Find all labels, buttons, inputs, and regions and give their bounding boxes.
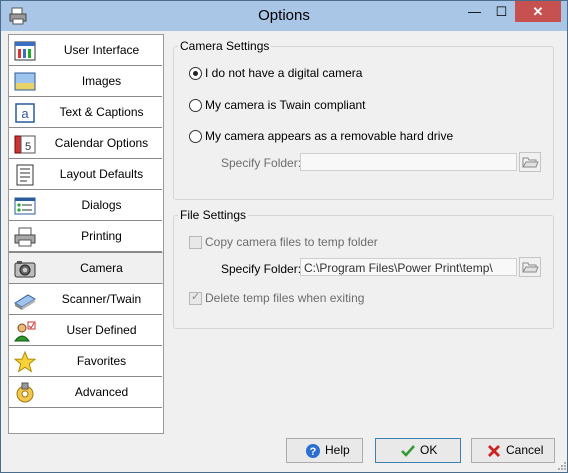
sidebar-item-label: Dialogs [81, 198, 122, 212]
sidebar-item-label: Favorites [76, 354, 127, 368]
sidebar-item-label: Calendar Options [54, 136, 149, 150]
temp-folder-input[interactable]: C:\Program Files\Power Print\temp\ [300, 258, 517, 276]
radio-button[interactable] [189, 99, 202, 112]
svg-text:5: 5 [25, 141, 31, 153]
delete-temp-checkbox[interactable] [189, 290, 202, 305]
sidebar-item-label: Advanced [74, 385, 129, 399]
radio-label: My camera appears as a removable hard dr… [205, 129, 454, 143]
calendar-icon: 5 [14, 135, 36, 154]
minimize-button[interactable]: — [461, 1, 488, 22]
temp-browse-button[interactable] [519, 257, 541, 277]
minimize-icon: — [468, 4, 481, 19]
sidebar-item-user-interface[interactable]: User Interface [9, 35, 162, 66]
delete-temp-label: Delete temp files when exiting [205, 291, 365, 305]
title-bar[interactable]: Options — ☐ ✕ [1, 1, 567, 31]
user-defined-icon [14, 321, 36, 342]
sidebar-item-user-defined[interactable]: User Defined [9, 315, 162, 346]
cancel-x-icon [488, 445, 500, 457]
copy-files-checkbox[interactable] [189, 236, 202, 249]
sidebar-item-label: Layout Defaults [59, 167, 144, 181]
ok-button[interactable]: OK [375, 438, 461, 463]
printer-icon [14, 227, 36, 247]
sidebar-item-printing[interactable]: Printing [9, 221, 162, 252]
sidebar-item-layout-defaults[interactable]: Layout Defaults [9, 159, 162, 190]
scanner-icon [14, 294, 36, 310]
camera-settings-legend: Camera Settings [178, 39, 272, 53]
radio-label: I do not have a digital camera [205, 66, 363, 80]
folder-open-icon [522, 157, 539, 168]
sidebar-item-calendar-options[interactable]: 5 Calendar Options [9, 128, 162, 159]
file-settings-legend: File Settings [178, 208, 249, 222]
resize-grip-icon[interactable] [557, 461, 567, 471]
check-icon [401, 445, 415, 457]
ok-label: OK [420, 443, 438, 457]
svg-text:?: ? [310, 446, 317, 458]
options-window: Options — ☐ ✕ User Interface Images a Te… [0, 0, 568, 473]
sidebar-item-text-captions[interactable]: a Text & Captions [9, 97, 162, 128]
camera-folder-input[interactable] [300, 153, 517, 171]
advanced-gear-icon [16, 382, 34, 403]
radio-button[interactable] [189, 130, 202, 143]
star-icon [14, 351, 36, 373]
camera-folder-label: Specify Folder: [221, 156, 302, 170]
user-interface-icon [14, 41, 36, 61]
delete-temp-checkbox-row[interactable]: Delete temp files when exiting [189, 290, 389, 306]
help-label: Help [325, 443, 350, 457]
sidebar-item-dialogs[interactable]: Dialogs [9, 190, 162, 221]
sidebar-item-label: Printing [81, 229, 122, 243]
sidebar-item-label: User Interface [63, 43, 140, 57]
maximize-button[interactable]: ☐ [488, 1, 515, 22]
camera-icon [14, 261, 36, 278]
sidebar-item-favorites[interactable]: Favorites [9, 346, 162, 377]
copy-files-checkbox-row[interactable]: Copy camera files to temp folder [189, 234, 389, 250]
options-sidebar: User Interface Images a Text & Captions … [8, 34, 164, 434]
camera-browse-button[interactable] [519, 152, 541, 172]
cancel-button[interactable]: Cancel [471, 438, 555, 463]
text-captions-icon: a [15, 103, 35, 123]
close-button[interactable]: ✕ [515, 1, 561, 22]
sidebar-item-label: Scanner/Twain [61, 292, 142, 306]
radio-label: My camera is Twain compliant [205, 98, 366, 112]
sidebar-item-label: Text & Captions [59, 105, 144, 119]
maximize-icon: ☐ [495, 4, 508, 19]
sidebar-item-label: Camera [80, 261, 123, 275]
sidebar-item-label: User Defined [66, 323, 137, 337]
sidebar-item-advanced[interactable]: Advanced [9, 377, 162, 408]
help-icon: ? [306, 444, 320, 458]
sidebar-item-scanner-twain[interactable]: Scanner/Twain [9, 284, 162, 315]
temp-folder-label: Specify Folder: [221, 262, 302, 276]
folder-open-icon [522, 262, 539, 273]
svg-text:a: a [21, 106, 29, 121]
copy-files-label: Copy camera files to temp folder [205, 235, 378, 249]
radio-button[interactable] [189, 67, 202, 80]
sidebar-item-images[interactable]: Images [9, 66, 162, 97]
sidebar-item-label: Images [81, 74, 122, 88]
dialogs-icon [14, 197, 36, 215]
layout-icon [16, 164, 34, 186]
images-icon [14, 72, 36, 91]
cancel-label: Cancel [506, 443, 544, 457]
sidebar-item-camera[interactable]: Camera [9, 252, 163, 284]
help-button[interactable]: ? Help [286, 438, 363, 463]
close-icon: ✕ [532, 4, 544, 19]
